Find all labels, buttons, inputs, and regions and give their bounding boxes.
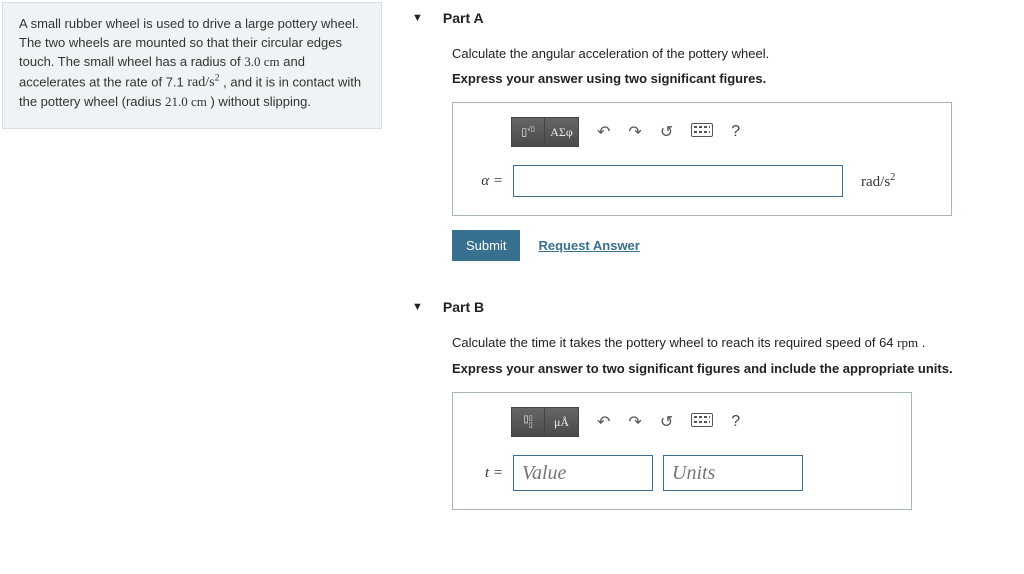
template-icon: ▯√▯ bbox=[521, 125, 535, 139]
keyboard-icon[interactable] bbox=[691, 123, 713, 142]
undo-icon[interactable]: ↶ bbox=[597, 412, 610, 432]
undo-icon[interactable]: ↶ bbox=[597, 122, 610, 142]
part-b-prompt: Calculate the time it takes the pottery … bbox=[452, 335, 1004, 351]
units-symbols-label: μÅ bbox=[554, 415, 569, 430]
reset-icon[interactable]: ↺ bbox=[660, 412, 673, 432]
part-a-prompt: Calculate the angular acceleration of th… bbox=[452, 46, 1004, 61]
alpha-input[interactable] bbox=[513, 165, 843, 197]
problem-text: ) without slipping. bbox=[210, 94, 310, 109]
part-b-instruction: Express your answer to two significant f… bbox=[452, 361, 1004, 376]
part-a-answer-box: ▯√▯ ΑΣφ ↶ ↷ ↺ ? α = bbox=[452, 102, 952, 216]
alpha-label: α = bbox=[471, 173, 503, 190]
part-b: ▼ Part B Calculate the time it takes the… bbox=[412, 291, 1004, 510]
part-b-answer-box: ▯▯▯ μÅ ↶ ↷ ↺ ? t = bbox=[452, 392, 912, 510]
problem-statement: A small rubber wheel is used to drive a … bbox=[2, 2, 382, 129]
caret-down-icon: ▼ bbox=[412, 12, 423, 24]
problem-text: A small rubber wheel is used to drive a … bbox=[19, 16, 359, 69]
t-value-input[interactable] bbox=[513, 455, 653, 491]
part-a-toolbar: ▯√▯ ΑΣφ ↶ ↷ ↺ ? bbox=[471, 117, 933, 147]
request-answer-link[interactable]: Request Answer bbox=[538, 238, 639, 253]
greek-button[interactable]: ΑΣφ bbox=[545, 117, 579, 147]
redo-icon[interactable]: ↷ bbox=[628, 122, 641, 142]
redo-icon[interactable]: ↷ bbox=[628, 412, 641, 432]
rate-unit: rad/s2 bbox=[187, 75, 219, 90]
part-a-header[interactable]: ▼ Part A bbox=[412, 2, 1004, 46]
part-b-toolbar: ▯▯▯ μÅ ↶ ↷ ↺ ? bbox=[471, 407, 893, 437]
part-a-instruction: Express your answer using two significan… bbox=[452, 71, 1004, 86]
keyboard-icon[interactable] bbox=[691, 413, 713, 432]
part-b-header[interactable]: ▼ Part B bbox=[412, 291, 1004, 335]
t-units-input[interactable] bbox=[663, 455, 803, 491]
t-label: t = bbox=[471, 465, 503, 482]
help-icon[interactable]: ? bbox=[731, 413, 740, 431]
submit-button[interactable]: Submit bbox=[452, 230, 520, 261]
template-icon: ▯▯▯ bbox=[523, 415, 532, 429]
templates-button[interactable]: ▯▯▯ bbox=[511, 407, 545, 437]
reset-icon[interactable]: ↺ bbox=[660, 122, 673, 142]
radius-large: 21.0 cm bbox=[165, 94, 207, 109]
help-icon[interactable]: ? bbox=[731, 123, 740, 141]
part-a: ▼ Part A Calculate the angular accelerat… bbox=[412, 2, 1004, 261]
part-b-title: Part B bbox=[443, 299, 484, 315]
templates-button[interactable]: ▯√▯ bbox=[511, 117, 545, 147]
greek-label: ΑΣφ bbox=[550, 125, 573, 140]
units-symbols-button[interactable]: μÅ bbox=[545, 407, 579, 437]
caret-down-icon: ▼ bbox=[412, 301, 423, 313]
radius-small: 3.0 cm bbox=[244, 54, 279, 69]
alpha-unit: rad/s2 bbox=[861, 172, 895, 191]
part-a-title: Part A bbox=[443, 10, 484, 26]
